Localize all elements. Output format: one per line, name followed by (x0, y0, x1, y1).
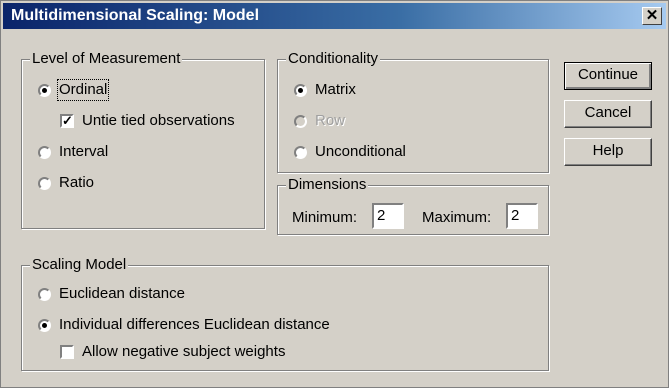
minimum-input[interactable]: 2 (372, 203, 404, 229)
radio-row-label: Row (315, 112, 346, 129)
radio-individual-differences-label[interactable]: Individual differences Euclidean distanc… (59, 316, 330, 334)
window-title: Multidimensional Scaling: Model (11, 7, 260, 24)
untie-tied-observations-label[interactable]: Untie tied observations (82, 112, 235, 130)
untie-tied-observations-checkbox[interactable]: ✓ Untie tied observations (60, 112, 235, 130)
radio-interval-label[interactable]: Interval (59, 143, 108, 161)
level-of-measurement-group: Level of Measurement Ordinal ✓ Untie tie… (21, 50, 265, 229)
scaling-model-group: Scaling Model Euclidean distance Individ… (21, 256, 549, 371)
scaling-model-legend: Scaling Model (30, 256, 129, 274)
radio-individual-differences-indicator[interactable] (38, 318, 51, 332)
allow-negative-weights-label[interactable]: Allow negative subject weights (82, 343, 285, 361)
continue-button[interactable]: Continue (564, 62, 652, 90)
allow-negative-weights-checkbox[interactable]: Allow negative subject weights (60, 343, 285, 361)
maximum-input[interactable]: 2 (506, 203, 538, 229)
maximum-label: Maximum: (422, 209, 492, 226)
conditionality-group: Conditionality Matrix Row Unconditional (277, 50, 549, 173)
conditionality-legend: Conditionality (286, 50, 381, 68)
radio-individual-differences[interactable]: Individual differences Euclidean distanc… (38, 316, 330, 334)
help-button[interactable]: Help (564, 138, 652, 166)
mds-model-dialog: Multidimensional Scaling: Model ✕ Level … (0, 0, 669, 388)
radio-ordinal-indicator[interactable] (38, 83, 51, 97)
radio-ordinal-label[interactable]: Ordinal (56, 79, 110, 101)
cancel-button[interactable]: Cancel (564, 100, 652, 128)
radio-interval[interactable]: Interval (38, 143, 108, 161)
radio-interval-indicator[interactable] (38, 145, 51, 159)
radio-row: Row (294, 112, 345, 130)
radio-unconditional[interactable]: Unconditional (294, 143, 406, 161)
radio-matrix[interactable]: Matrix (294, 81, 356, 99)
radio-ordinal[interactable]: Ordinal (38, 79, 110, 101)
title-bar: Multidimensional Scaling: Model ✕ (3, 3, 666, 29)
minimum-label: Minimum: (292, 209, 358, 226)
radio-row-indicator (294, 114, 307, 128)
radio-euclidean-label[interactable]: Euclidean distance (59, 285, 185, 303)
close-icon[interactable]: ✕ (642, 7, 662, 25)
radio-matrix-label[interactable]: Matrix (315, 81, 356, 99)
radio-matrix-indicator[interactable] (294, 83, 307, 97)
radio-euclidean-distance[interactable]: Euclidean distance (38, 285, 185, 303)
radio-ratio-indicator[interactable] (38, 176, 51, 190)
allow-negative-check-box[interactable] (60, 345, 74, 359)
radio-unconditional-label[interactable]: Unconditional (315, 143, 406, 161)
untie-check-box[interactable]: ✓ (60, 114, 74, 128)
dimensions-legend: Dimensions (286, 176, 369, 194)
level-of-measurement-legend: Level of Measurement (30, 50, 183, 68)
dimensions-group: Dimensions Minimum: 2 Maximum: 2 (277, 176, 549, 235)
radio-ratio[interactable]: Ratio (38, 174, 94, 192)
radio-unconditional-indicator[interactable] (294, 145, 307, 159)
radio-euclidean-indicator[interactable] (38, 287, 51, 301)
radio-ratio-label[interactable]: Ratio (59, 174, 94, 192)
